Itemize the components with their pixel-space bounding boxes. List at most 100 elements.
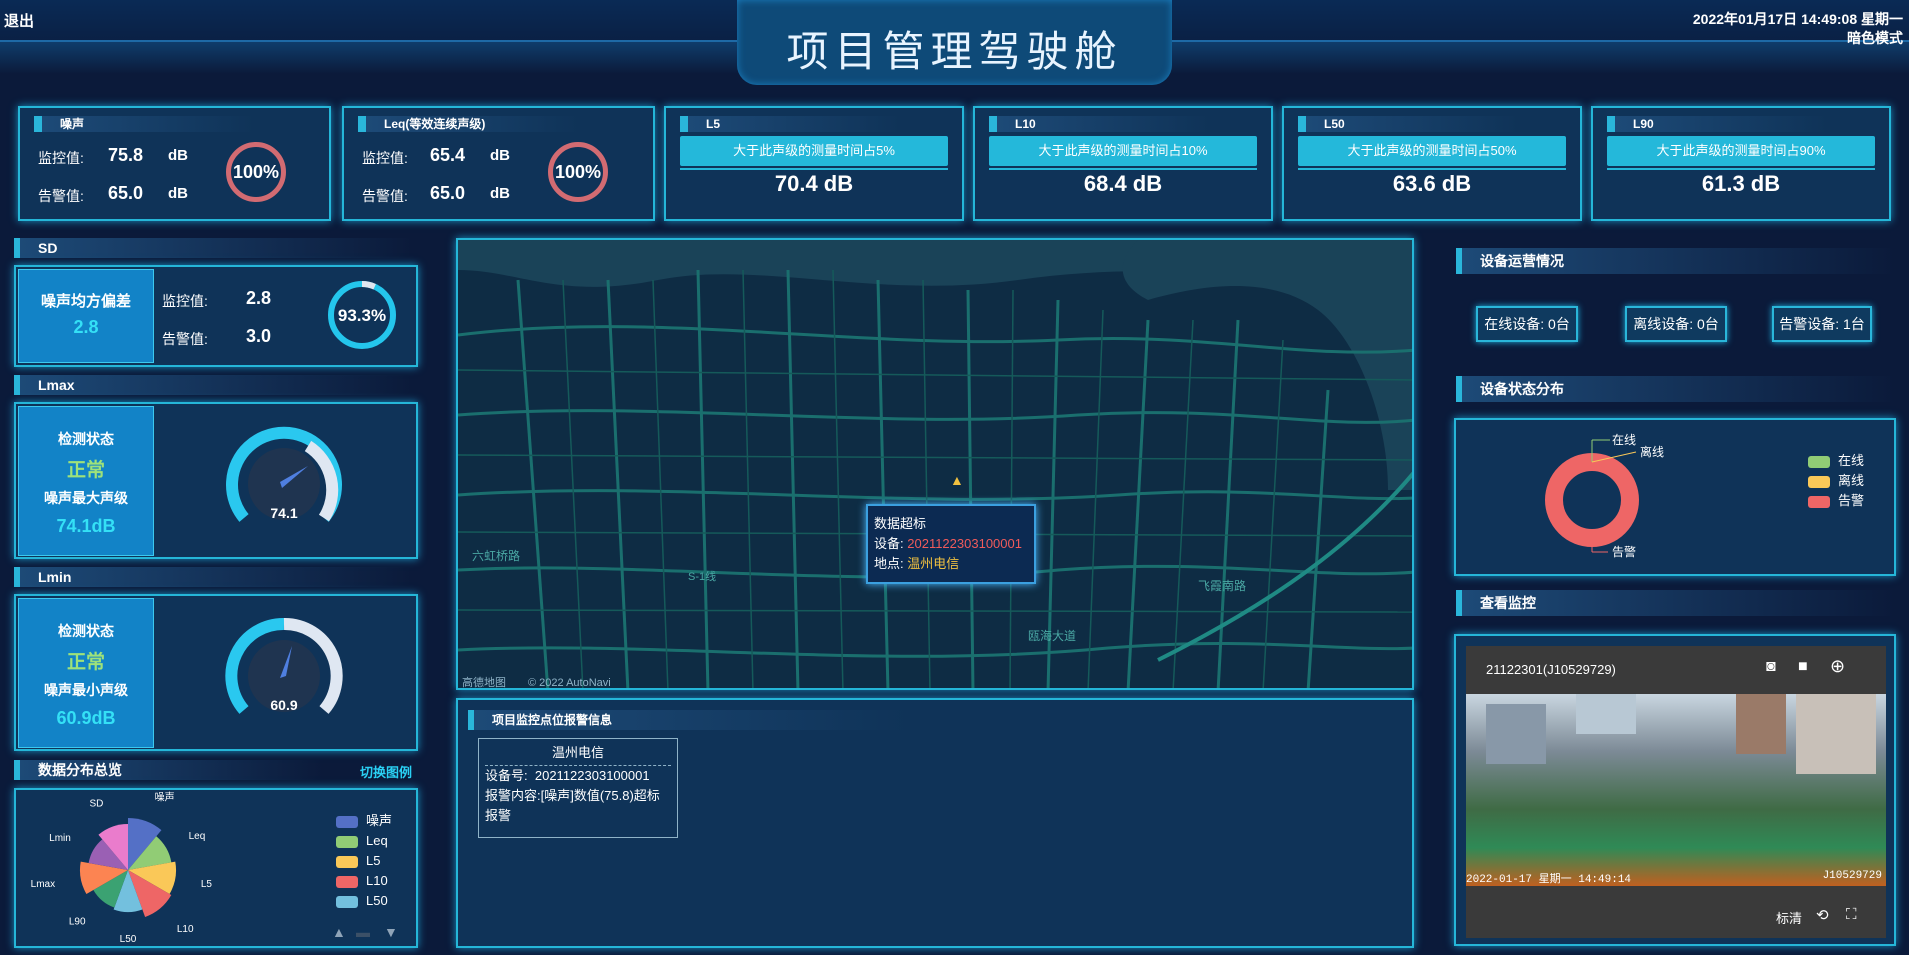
lmin-gauge: 60.9 [225,617,343,714]
l10-card: L10 大于此声级的测量时间占10% 68.4 dB [973,106,1273,221]
l5-desc: 大于此声级的测量时间占5% [680,136,948,166]
lmax-gauge-value: 74.1 [270,505,297,521]
lmin-level-label: 噪声最小声级 [44,682,128,698]
rose-label: L5 [201,879,213,890]
alarm-panel: 项目监控点位报警信息 温州电信 设备号: 2021122303100001 报警… [456,698,1414,948]
camera-overlay-id: J10529729 [1822,870,1882,882]
lmax-title: Lmax [14,375,414,395]
lmax-status-label: 检测状态 [58,431,114,447]
legend-item[interactable]: L10 [336,874,392,894]
offline-devices-button[interactable]: 离线设备: 0台 [1625,306,1727,342]
donut-label-alarm: 告警 [1612,544,1636,559]
noise-unit: dB [168,147,188,164]
legend-next-icon[interactable]: ▼ [384,924,398,940]
noise-title: 噪声 [34,116,254,132]
noise-alarm-label: 告警值: [38,188,84,204]
lmin-level: 60.9dB [56,708,116,728]
legend-item[interactable]: 告警 [1808,494,1864,514]
playback-icon[interactable]: ⟲ [1816,906,1829,924]
sd-alarm-value: 3.0 [246,326,272,346]
rose-label: 噪声 [155,791,175,804]
dist-card: 噪声 Leq L5 L10 L50 L90 Lmax Lmin SD 噪声 Leq L5 L10… [14,788,418,948]
l50-desc: 大于此声级的测量时间占50% [1298,136,1566,166]
map-copyright: © 2022 AutoNavi [528,677,611,689]
status-donut-chart: 在线 离线 告警 [1545,433,1664,559]
leq-alarm-value: 65.0 [430,183,466,203]
legend-item[interactable]: 离线 [1808,474,1864,494]
alarm-item-name: 温州电信 [485,743,671,766]
alarm-item[interactable]: 温州电信 设备号: 2021122303100001 报警内容:[噪声]数值(7… [478,738,678,838]
noise-percent-ring: 100% [226,142,286,202]
map-panel[interactable]: 六虹桥路 S-1线 瓯海大道 飞霞南路 高德地图 © 2022 AutoNavi… [456,238,1414,690]
l5-title: L5 [680,116,900,132]
lmin-card: 检测状态 正常 噪声最小声级 60.9dB 60.9 [14,594,418,751]
l90-card: L90 大于此声级的测量时间占90% 61.3 dB [1591,106,1891,221]
popup-device-label: 设备: [874,536,904,551]
leq-monitor-label: 监控值: [362,150,408,166]
l10-value: 68.4 dB [989,168,1257,196]
switch-legend-link[interactable]: 切换图例 [360,762,412,781]
l50-value: 63.6 dB [1298,168,1566,196]
l5-card: L5 大于此声级的测量时间占5% 70.4 dB [664,106,964,221]
popup-title: 数据超标 [874,516,927,531]
map-marker-icon[interactable]: ▲ [950,472,964,488]
rose-label: SD [89,798,103,809]
status-dist-card: 在线 离线 告警 在线 离线 告警 [1454,418,1896,576]
page-title: 项目管理驾驶舱 [786,28,1123,75]
alarm-devices-button[interactable]: 告警设备: 1台 [1772,306,1872,342]
camera-id: 21122301(J10529729) [1486,662,1616,677]
l10-desc: 大于此声级的测量时间占10% [989,136,1257,166]
leq-alarm-label: 告警值: [362,188,408,204]
legend-prev-icon[interactable]: ▲ [332,924,346,940]
lmin-title: Lmin [14,567,414,587]
exit-button[interactable]: 退出 [4,10,34,31]
status-legend: 在线 离线 告警 [1808,454,1864,514]
popup-device: 2021122303100001 [907,536,1022,551]
legend-page-icon: ▬ [356,924,370,940]
theme-mode-toggle[interactable]: 暗色模式 [1693,29,1903,48]
rose-label: L50 [120,934,137,945]
leq-monitor-value: 65.4 [430,145,466,165]
noise-monitor-label: 监控值: [38,150,84,166]
online-devices-button[interactable]: 在线设备: 0台 [1476,306,1578,342]
noise-card: 噪声 监控值: 75.8 dB 告警值: 65.0 dB 100% [18,106,331,221]
legend-item[interactable]: 噪声 [336,814,392,834]
sd-box-label: 噪声均方偏差 [40,293,131,310]
donut-slice-alarm[interactable] [1545,453,1639,547]
datetime-text: 2022年01月17日 14:49:08 星期一 [1692,11,1903,27]
legend-item[interactable]: L50 [336,894,392,914]
donut-label-online: 在线 [1612,433,1636,447]
map-canvas[interactable]: 六虹桥路 S-1线 瓯海大道 飞霞南路 高德地图 © 2022 AutoNavi [458,240,1414,690]
alarm-device: 2021122303100001 [534,768,650,783]
camera-card: 21122301(J10529729) ◙ ■ ⊕ 2022-01-17 星期一… [1454,634,1896,946]
quality-button[interactable]: 标清 [1776,908,1802,927]
lmin-box: 检测状态 正常 噪声最小声级 60.9dB [18,598,154,748]
camera-overlay-time: 2022-01-17 星期一 14:49:14 [1466,874,1632,886]
zoom-in-icon[interactable]: ⊕ [1830,656,1845,677]
sd-card: 噪声均方偏差 2.8 监控值: 2.8 告警值: 3.0 93.3% [14,265,418,367]
sd-alarm-label: 告警值: [162,331,208,347]
lmax-gauge: 74.1 [226,426,342,522]
lmax-box: 检测状态 正常 噪声最大声级 74.1dB [18,406,154,556]
lmin-status: 正常 [66,652,105,673]
popup-place: 温州电信 [907,556,960,571]
lmax-card: 检测状态 正常 噪声最大声级 74.1dB 74.1 [14,402,418,559]
leq-unit: dB [490,147,510,164]
leq-unit-2: dB [490,185,510,202]
record-icon[interactable]: ■ [1798,658,1808,676]
fullscreen-icon[interactable]: ⛶ [1846,906,1857,923]
lmin-gauge-value: 60.9 [270,697,297,713]
noise-unit-2: dB [168,185,188,202]
header-info: 2022年01月17日 14:49:08 星期一 暗色模式 [1693,10,1903,48]
lmax-level-label: 噪声最大声级 [44,490,128,506]
camera-player[interactable]: 21122301(J10529729) ◙ ■ ⊕ 2022-01-17 星期一… [1466,646,1886,938]
rose-label: Lmin [49,833,71,844]
legend-item[interactable]: 在线 [1808,454,1864,474]
snapshot-icon[interactable]: ◙ [1766,658,1776,676]
lmax-level: 74.1dB [56,516,116,536]
legend-item[interactable]: L5 [336,854,392,874]
donut-label-offline: 离线 [1640,444,1664,459]
l90-title: L90 [1607,116,1827,132]
legend-item[interactable]: Leq [336,834,392,854]
map-road-label: S-1线 [688,569,716,583]
